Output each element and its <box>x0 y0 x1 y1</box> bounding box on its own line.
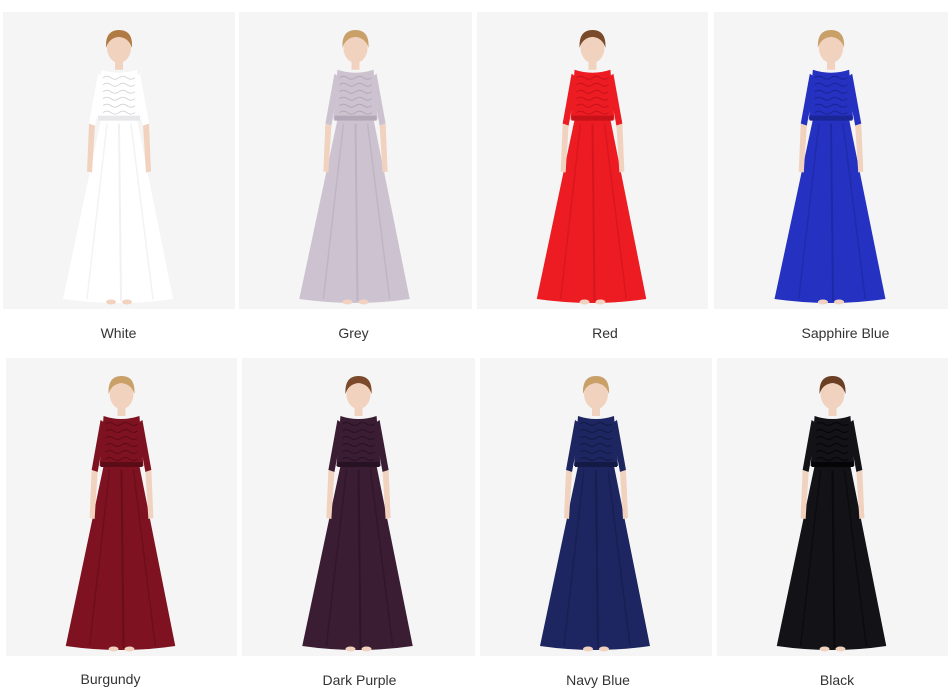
swatch-card[interactable]: Burgundy <box>0 355 239 694</box>
sapphire-blue-dress-photo <box>714 12 948 309</box>
dress-skirt <box>536 119 647 304</box>
dress-illustration <box>540 376 650 652</box>
foot <box>106 299 116 305</box>
red-dress-photo <box>477 12 708 309</box>
dress-skirt <box>299 119 410 304</box>
white-dress-photo <box>3 12 235 309</box>
color-label: Dark Purple <box>322 672 397 688</box>
dress-skirt <box>65 466 176 650</box>
dress-skirt <box>302 466 413 650</box>
dress-illustration <box>536 29 647 305</box>
waistband <box>98 115 140 121</box>
navy-blue-dress-photo <box>480 358 712 656</box>
foot <box>361 646 372 652</box>
dress-illustration <box>302 376 413 652</box>
foot <box>834 299 845 305</box>
color-label: Burgundy <box>80 671 141 687</box>
dark-purple-dress-photo <box>242 358 475 656</box>
color-label: Red <box>592 325 618 341</box>
foot <box>583 646 593 652</box>
color-label: Black <box>819 672 855 688</box>
foot <box>819 646 830 652</box>
waistband <box>811 462 854 467</box>
dress-skirt <box>774 119 886 304</box>
foot <box>358 299 369 305</box>
waistband <box>100 462 143 467</box>
color-label: Grey <box>338 325 369 341</box>
swatch-card[interactable]: Grey <box>237 0 474 355</box>
waistband <box>575 462 617 467</box>
foot <box>108 646 119 652</box>
swatch-card[interactable]: Red <box>474 0 711 355</box>
dress-skirt <box>63 119 173 304</box>
color-label: Sapphire Blue <box>801 325 890 341</box>
foot <box>599 646 609 652</box>
swatch-card[interactable]: White <box>0 0 237 355</box>
foot <box>345 646 356 652</box>
foot <box>817 299 828 305</box>
dress-illustration <box>63 29 173 305</box>
foot <box>122 299 132 305</box>
foot <box>835 646 846 652</box>
waistband <box>809 115 853 121</box>
dress-illustration <box>299 29 410 305</box>
burgundy-dress-photo <box>6 358 237 656</box>
waistband <box>337 462 380 467</box>
grey-dress-photo <box>239 12 472 309</box>
dress-skirt <box>776 466 887 650</box>
waistband <box>571 115 614 121</box>
waistband <box>334 115 377 121</box>
swatch-card[interactable]: Black <box>717 355 950 694</box>
swatch-card[interactable]: Navy Blue <box>478 355 717 694</box>
color-label: Navy Blue <box>566 672 630 688</box>
swatch-card[interactable]: Dark Purple <box>239 355 478 694</box>
color-label: White <box>100 325 137 341</box>
foot <box>124 646 135 652</box>
foot <box>579 299 590 305</box>
dress-illustration <box>776 376 887 652</box>
foot <box>342 299 353 305</box>
dress-illustration <box>65 376 176 652</box>
swatch-card[interactable]: Sapphire Blue <box>711 0 950 355</box>
black-dress-photo <box>717 358 948 656</box>
foot <box>595 299 606 305</box>
dress-skirt <box>540 466 650 650</box>
dress-illustration <box>774 29 886 305</box>
